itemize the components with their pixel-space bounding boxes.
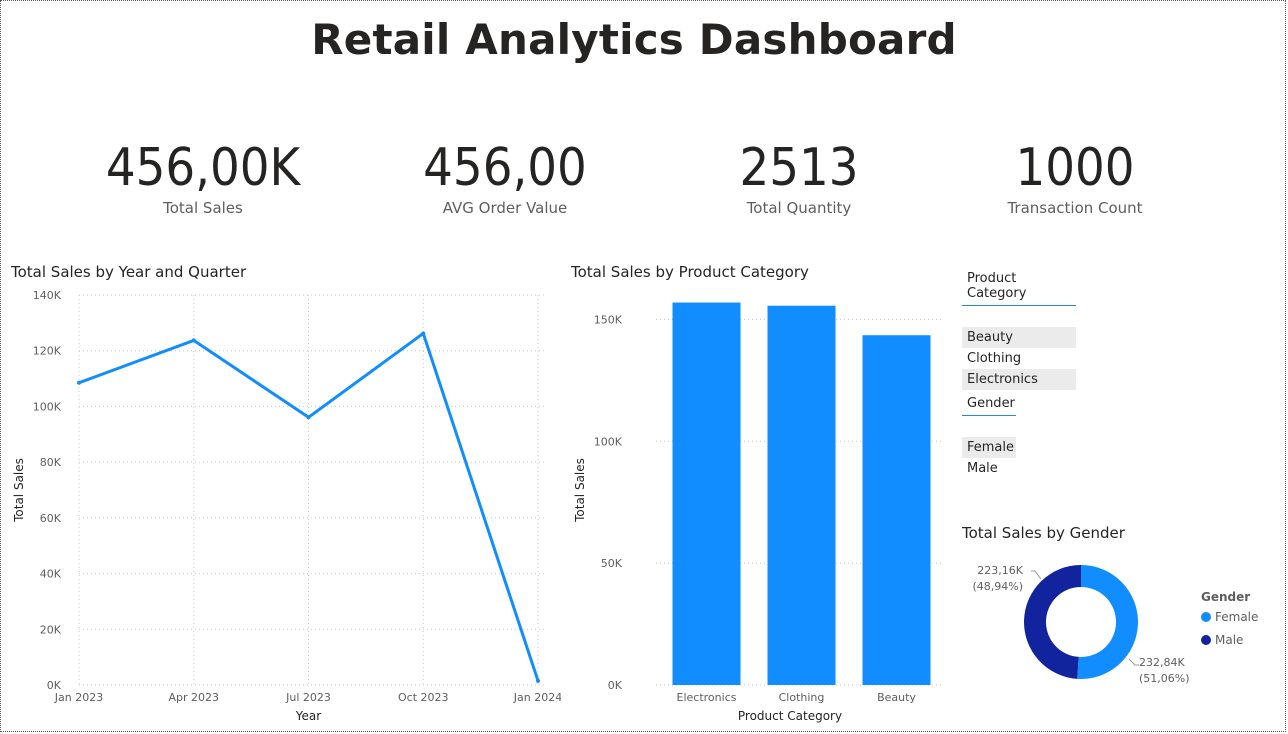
donut-legend: Gender Female Male [1201,590,1258,656]
x-tick-label: Clothing [779,691,825,704]
y-tick-label: 120K [33,345,62,358]
slicer-item-female[interactable]: Female [962,437,1016,458]
kpi-card-transaction-count[interactable]: 1000 Transaction Count [930,135,1220,217]
x-axis-title: Year [295,709,321,723]
y-axis-title: Total Sales [573,458,587,523]
y-tick-label: 80K [40,456,62,469]
x-tick-label: Jan 2023 [54,691,103,704]
kpi-value: 456,00 [423,138,587,198]
product-category-slicer: Product Category Beauty Clothing Electroni… [962,267,1076,390]
y-tick-label: 100K [33,400,62,413]
y-tick-label: 60K [40,512,62,525]
legend-title: Gender [1201,590,1251,604]
x-tick-label: Jul 2023 [285,691,331,704]
legend-label: Female [1215,610,1259,624]
gender-slicer: Gender Female Male [962,392,1016,479]
bar-chart-title: Total Sales by Product Category [571,263,809,281]
kpi-label: Total Quantity [746,199,852,217]
bar-chart[interactable]: 0K 50K 100K 150K Electronics Clothing Beauty Pr… [566,283,951,728]
x-tick-label: Oct 2023 [398,691,449,704]
kpi-value: 456,00K [105,138,301,198]
y-tick-label: 100K [594,435,623,448]
kpi-card-avg-order-value[interactable]: 456,00 AVG Order Value [360,135,650,217]
x-tick-label: Jan 2024 [513,691,561,704]
donut-slice[interactable] [1023,565,1081,679]
y-tick-label: 50K [601,557,623,570]
data-point[interactable] [306,415,311,420]
legend-item[interactable]: Male [1201,633,1258,647]
slicer-item-electronics[interactable]: Electronics [962,369,1076,390]
kpi-label: Transaction Count [1007,199,1143,217]
kpi-value: 1000 [1015,138,1135,198]
legend-dot-icon [1201,612,1211,622]
kpi-card-total-sales[interactable]: 456,00K Total Sales [58,135,348,217]
legend-dot-icon [1201,635,1211,645]
line-chart-title: Total Sales by Year and Quarter [11,263,247,281]
slice-pct-label: (48,94%) [972,580,1023,593]
slice-value-label: 223,16K [977,564,1023,577]
bar[interactable] [672,302,741,685]
y-tick-label: 150K [594,313,623,326]
bar[interactable] [767,305,836,685]
leader-line [1128,658,1139,666]
dashboard-canvas: Retail Analytics Dashboard 456,00K Total… [0,0,1286,732]
leader-line [1031,570,1042,580]
slicer-item-male[interactable]: Male [962,458,1016,479]
data-point[interactable] [421,331,426,336]
slice-value-label: 232,84K [1139,656,1185,669]
donut-chart[interactable]: 232,84K (51,06%) 223,16K (48,94%) [961,549,1201,729]
donut-chart-title: Total Sales by Gender [962,524,1125,542]
slice-pct-label: (51,06%) [1139,672,1190,685]
legend-item[interactable]: Female [1201,610,1258,624]
x-axis-title: Product Category [738,709,842,723]
slicer-header: Gender [962,392,1016,416]
x-tick-label: Apr 2023 [168,691,219,704]
data-point[interactable] [77,380,81,385]
slicer-item-clothing[interactable]: Clothing [962,348,1076,369]
kpi-card-total-quantity[interactable]: 2513 Total Quantity [654,135,944,217]
line-chart[interactable]: 0K20K40K60K80K100K120K140KJan 2023 Apr 20… [1,283,561,728]
kpi-label: AVG Order Value [442,199,568,217]
legend-label: Male [1215,633,1244,647]
data-point[interactable] [536,678,540,683]
y-tick-label: 140K [33,289,62,302]
slicer-header: Product Category [962,267,1076,306]
x-tick-label: Beauty [877,691,916,704]
y-tick-label: 40K [40,568,62,581]
y-tick-label: 0K [608,679,623,692]
kpi-value: 2513 [739,138,859,198]
dashboard-title: Retail Analytics Dashboard [311,15,957,64]
y-axis-title: Total Sales [12,458,26,523]
x-tick-label: Electronics [677,691,737,704]
kpi-label: Total Sales [163,199,243,217]
data-point[interactable] [191,338,196,343]
slicer-item-beauty[interactable]: Beauty [962,327,1076,348]
y-tick-label: 20K [40,623,62,636]
bar[interactable] [862,335,931,685]
donut-slice[interactable] [1077,565,1138,679]
